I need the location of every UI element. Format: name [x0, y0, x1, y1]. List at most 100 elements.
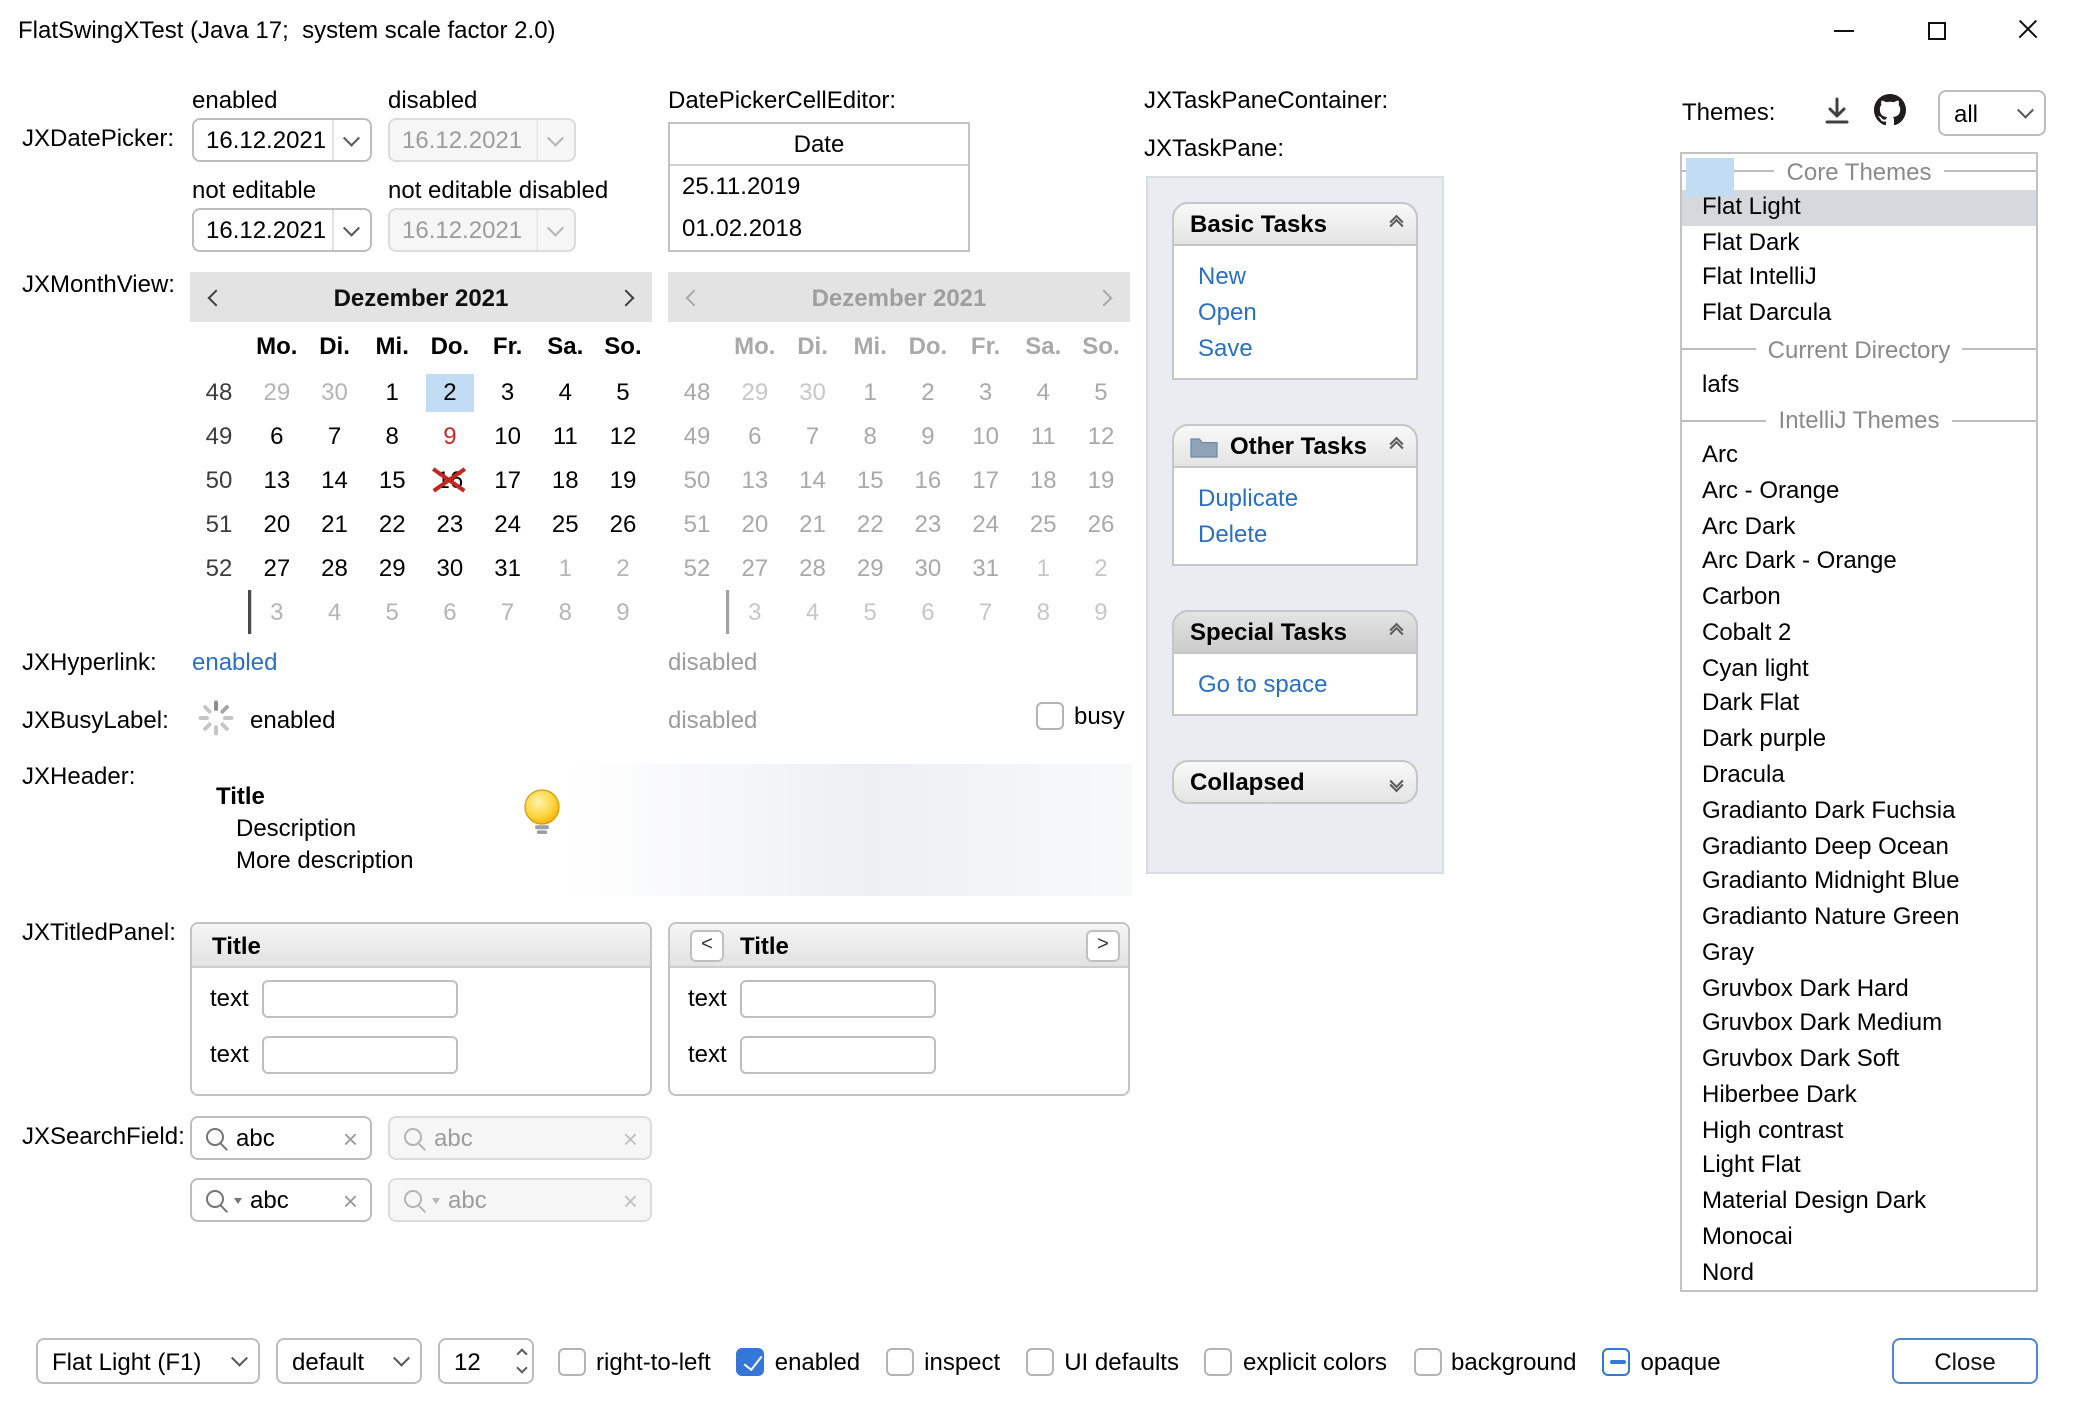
day-cell[interactable]: 19 — [594, 458, 652, 502]
theme-item[interactable]: Cobalt 2 — [1682, 616, 2036, 652]
theme-item[interactable]: Gradianto Midnight Blue — [1682, 865, 2036, 901]
day-cell[interactable]: 26 — [594, 502, 652, 546]
spinner-buttons[interactable] — [518, 1351, 526, 1372]
checkbox-box[interactable] — [558, 1347, 586, 1375]
monthview-enabled[interactable]: Dezember 2021Mo.Di.Mi.Do.Fr.Sa.So.482930… — [190, 272, 652, 634]
theme-item[interactable]: Flat Light — [1682, 190, 2036, 226]
day-cell[interactable]: 4 — [306, 590, 364, 634]
collapse-icon[interactable] — [1391, 221, 1400, 227]
theme-item[interactable]: Gruvbox Dark Medium — [1682, 1007, 2036, 1043]
download-icon[interactable] — [1822, 96, 1852, 126]
theme-item[interactable]: High contrast — [1682, 1113, 2036, 1149]
datepicker-dropdown-button[interactable] — [332, 120, 370, 160]
day-cell[interactable]: 29 — [248, 370, 306, 414]
checkbox-box[interactable] — [886, 1347, 914, 1375]
theme-item[interactable]: Arc — [1682, 438, 2036, 474]
themes-filter-combobox[interactable]: all — [1938, 90, 2046, 136]
day-cell[interactable]: 2 — [421, 370, 479, 414]
day-cell[interactable]: 11 — [536, 414, 594, 458]
datepicker-dropdown-button[interactable] — [332, 210, 370, 250]
github-icon[interactable] — [1874, 94, 1906, 126]
theme-item[interactable]: Hiberbee Dark — [1682, 1078, 2036, 1114]
taskpane-action[interactable]: Open — [1198, 294, 1416, 330]
theme-item[interactable]: lafs — [1682, 367, 2036, 403]
theme-item[interactable]: Arc Dark — [1682, 509, 2036, 545]
checkbox-enabled[interactable]: enabled — [737, 1347, 860, 1375]
datepicker-value[interactable]: 16.12.2021 — [194, 126, 332, 154]
theme-item[interactable]: Gruvbox Dark Hard — [1682, 971, 2036, 1007]
font-combobox[interactable]: default — [276, 1338, 422, 1384]
clear-icon[interactable]: × — [343, 1125, 358, 1151]
day-cell[interactable]: 5 — [594, 370, 652, 414]
taskpane-action[interactable]: New — [1198, 258, 1416, 294]
taskpane-header[interactable]: Basic Tasks — [1172, 202, 1418, 246]
theme-item[interactable]: Light Flat — [1682, 1149, 2036, 1185]
day-cell[interactable]: 9 — [594, 590, 652, 634]
day-cell[interactable]: 31 — [479, 546, 537, 590]
day-cell[interactable]: 6 — [248, 414, 306, 458]
theme-item[interactable]: Material Design Dark — [1682, 1184, 2036, 1220]
day-cell[interactable]: 21 — [306, 502, 364, 546]
searchfield-value[interactable]: abc — [236, 1124, 335, 1152]
checkbox-box[interactable] — [1602, 1347, 1630, 1375]
day-cell[interactable]: 12 — [594, 414, 652, 458]
text-field[interactable] — [740, 980, 936, 1018]
theme-item[interactable]: Dark Flat — [1682, 687, 2036, 723]
day-cell[interactable]: 1 — [363, 370, 421, 414]
day-cell[interactable]: 3 — [248, 590, 306, 634]
taskpane-header[interactable]: Other Tasks — [1172, 424, 1418, 468]
hyperlink-enabled[interactable]: enabled — [192, 646, 277, 678]
day-cell[interactable]: 29 — [363, 546, 421, 590]
table-row[interactable]: 01.02.2018 — [670, 208, 968, 250]
day-cell[interactable]: 17 — [479, 458, 537, 502]
text-field[interactable] — [262, 1036, 458, 1074]
text-field[interactable] — [740, 1036, 936, 1074]
text-field[interactable] — [262, 980, 458, 1018]
checkbox-box[interactable] — [1036, 702, 1064, 730]
taskpane-header[interactable]: Special Tasks — [1172, 610, 1418, 654]
day-cell[interactable]: 23 — [421, 502, 479, 546]
maximize-button[interactable] — [1890, 0, 1982, 60]
themes-list[interactable]: Core ThemesFlat LightFlat DarkFlat Intel… — [1680, 152, 2038, 1292]
theme-item[interactable]: Gradianto Nature Green — [1682, 900, 2036, 936]
checkbox-background[interactable]: background — [1413, 1347, 1576, 1375]
taskpane-action[interactable]: Save — [1198, 330, 1416, 366]
day-cell[interactable]: 5 — [363, 590, 421, 634]
taskpane-action[interactable]: Go to space — [1198, 666, 1416, 702]
theme-item[interactable]: Gray — [1682, 936, 2036, 972]
theme-item[interactable]: Dracula — [1682, 758, 2036, 794]
theme-item[interactable]: Arc - Orange — [1682, 474, 2036, 510]
expand-icon[interactable] — [1391, 779, 1400, 785]
theme-item[interactable]: Flat Darcula — [1682, 296, 2036, 332]
day-cell[interactable]: 3 — [479, 370, 537, 414]
collapse-icon[interactable] — [1391, 443, 1400, 449]
day-cell[interactable]: 18 — [536, 458, 594, 502]
close-window-button[interactable] — [1982, 0, 2074, 60]
day-cell[interactable]: 1 — [536, 546, 594, 590]
theme-item[interactable]: Gradianto Deep Ocean — [1682, 829, 2036, 865]
day-cell[interactable]: 7 — [479, 590, 537, 634]
checkbox-box[interactable] — [1026, 1347, 1054, 1375]
datepicker-not-editable[interactable]: 16.12.2021 — [192, 208, 372, 252]
day-cell[interactable]: 22 — [363, 502, 421, 546]
day-cell[interactable]: 30 — [421, 546, 479, 590]
close-button[interactable]: Close — [1892, 1338, 2038, 1384]
theme-item[interactable]: Gradianto Dark Fuchsia — [1682, 794, 2036, 830]
day-cell[interactable]: 27 — [248, 546, 306, 590]
theme-item[interactable]: Arc Dark - Orange — [1682, 545, 2036, 581]
collapse-icon[interactable] — [1391, 629, 1400, 635]
taskpane-action[interactable]: Delete — [1198, 516, 1416, 552]
checkbox-ui-defaults[interactable]: UI defaults — [1026, 1347, 1179, 1375]
theme-item[interactable]: Carbon — [1682, 580, 2036, 616]
searchfield-enabled[interactable]: abc × — [190, 1116, 372, 1160]
datepicker-enabled[interactable]: 16.12.2021 — [192, 118, 372, 162]
day-cell[interactable]: 15 — [363, 458, 421, 502]
day-cell[interactable]: 13 — [248, 458, 306, 502]
titledpanel-prev-button[interactable]: < — [690, 929, 724, 961]
day-cell[interactable]: 14 — [306, 458, 364, 502]
day-cell[interactable]: 20 — [248, 502, 306, 546]
next-month-button[interactable] — [600, 272, 652, 322]
day-cell[interactable]: 28 — [306, 546, 364, 590]
titledpanel-next-button[interactable]: > — [1086, 929, 1120, 961]
checkbox-busy[interactable]: busy — [1036, 702, 1125, 730]
